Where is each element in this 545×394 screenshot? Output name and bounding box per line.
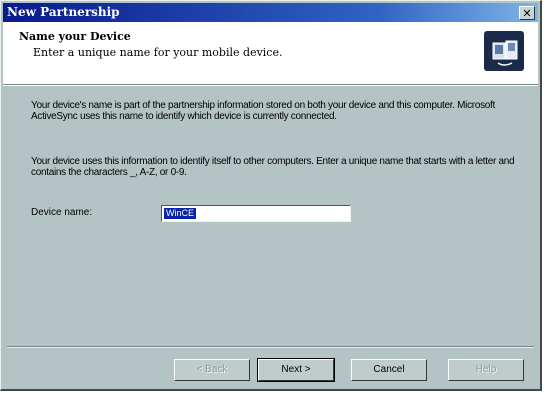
device-name-value: WinCE [164,208,197,219]
unique-name-instructions: Your device uses this information to ide… [31,156,515,178]
next-button[interactable]: Next > [257,358,335,382]
help-button[interactable]: Help [448,359,524,381]
device-sync-icon [484,31,524,71]
button-separator [7,346,534,348]
header-title: Name your Device [19,30,131,43]
close-icon: ✕ [522,7,532,20]
device-name-label: Device name: [31,207,93,218]
close-button[interactable]: ✕ [519,6,535,20]
new-partnership-dialog: New Partnership ✕ Name your Device Enter… [0,0,542,391]
title-bar: New Partnership ✕ [3,3,538,22]
device-name-input[interactable]: WinCE [161,205,351,222]
back-button[interactable]: < Back [174,359,250,381]
wizard-header: Name your Device Enter a unique name for… [3,22,538,85]
header-subtitle: Enter a unique name for your mobile devi… [33,46,283,59]
device-name-explanation: Your device's name is part of the partne… [31,100,496,122]
cancel-button[interactable]: Cancel [351,359,427,381]
header-divider [3,85,538,86]
window-title: New Partnership [7,5,120,19]
